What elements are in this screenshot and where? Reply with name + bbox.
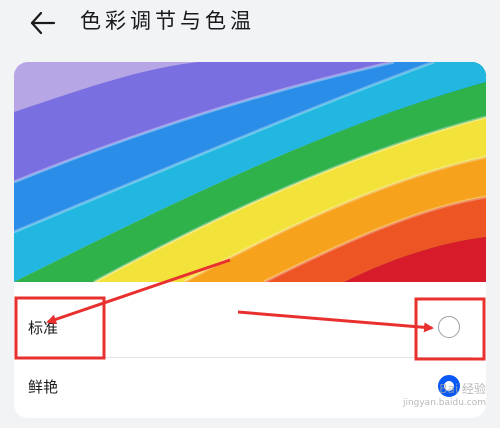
- watermark-brand: Bai 经验: [439, 382, 486, 396]
- option-label-standard: 标准: [28, 319, 59, 337]
- option-label-vivid: 鲜艳: [28, 378, 59, 396]
- watermark-url: jingyan.baidu.com: [402, 398, 486, 408]
- back-button[interactable]: [26, 6, 60, 40]
- watermark: Bai 经验 jingyan.baidu.com: [403, 382, 486, 410]
- arrow-left-icon: [30, 11, 56, 35]
- option-row-standard[interactable]: 标准: [14, 299, 486, 357]
- header-bar: 色彩调节与色温: [0, 0, 500, 44]
- color-preview-image: [14, 62, 486, 282]
- radio-standard[interactable]: [438, 316, 460, 338]
- color-mode-card: 标准 鲜艳: [14, 62, 486, 418]
- page-title: 色彩调节与色温: [80, 9, 255, 33]
